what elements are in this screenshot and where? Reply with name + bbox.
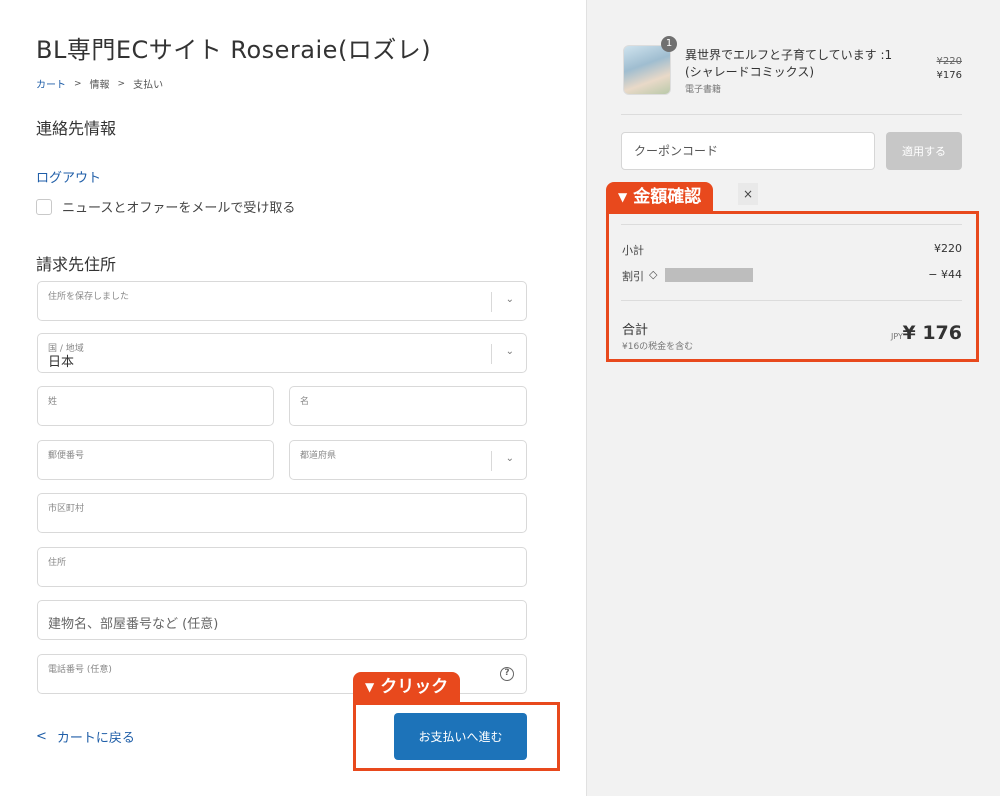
select-divider [491,344,492,364]
coupon-code-input[interactable]: クーポンコード [621,132,875,170]
back-to-cart-label: カートに戻る [56,731,135,746]
subtotal-value: ¥220 [934,242,962,255]
chevron-left-icon: < [36,729,47,744]
click-callout-label: ▼ クリック [353,672,461,702]
phone-label: 電話番号 (任意) [48,665,112,675]
breadcrumb-info: 情報 [89,80,110,91]
building-field[interactable]: 建物名、部屋番号など (任意) [37,600,527,640]
address-field[interactable]: 住所 [37,547,527,587]
logout-link[interactable]: ログアウト [36,167,101,186]
prefecture-select[interactable]: 都道府県 ⌄ [289,440,527,480]
discount-code-redacted [665,268,753,282]
product-name: 異世界でエルフと子育てしています :1 (シャレードコミックス) [685,48,893,79]
triangle-down-icon: ▼ [618,190,628,204]
checkout-form-panel: BL専門ECサイト Roseraie(ロズレ) カート > 情報 > 支払い 連… [0,0,586,796]
back-to-cart-link[interactable]: < カートに戻る [36,727,135,746]
first-name-label: 名 [300,397,310,407]
prefecture-label: 都道府県 [300,451,337,461]
breadcrumb-separator-icon: > [74,78,82,89]
summary-divider [621,300,962,301]
breadcrumb-payment: 支払い [133,80,164,91]
chevron-down-icon: ⌄ [505,346,514,357]
select-divider [491,451,492,471]
apply-coupon-button[interactable]: 適用する [886,132,962,170]
total-label: 合計 [622,323,649,338]
chevron-down-icon: ⌄ [505,294,514,305]
saved-address-label: 住所を保存しました [48,292,130,302]
building-placeholder: 建物名、部屋番号など (任意) [48,617,219,632]
newsletter-label: ニュースとオファーをメールで受け取る [62,201,296,216]
summary-divider [621,224,962,225]
shop-title[interactable]: BL専門ECサイト Roseraie(ロズレ) [36,30,431,65]
close-icon[interactable]: × [738,183,758,205]
subtotal-label: 小計 [622,244,644,257]
breadcrumb: カート > 情報 > 支払い [36,76,164,92]
triangle-down-icon: ▼ [365,680,375,694]
order-summary-panel [586,0,1000,796]
breadcrumb-cart[interactable]: カート [36,76,66,91]
continue-to-payment-button[interactable]: お支払いへ進む [394,713,527,760]
tag-icon: ◇ [649,268,658,281]
saved-address-select[interactable]: 住所を保存しました ⌄ [37,281,527,321]
postal-code-label: 郵便番号 [48,451,85,461]
select-divider [491,292,492,312]
address-label: 住所 [48,558,67,568]
quantity-badge: 1 [661,36,677,52]
discount-value: − ¥44 [928,268,962,281]
click-callout-text: クリック [380,677,449,697]
summary-divider [621,114,962,115]
tax-note: ¥16の税金を含む [622,342,694,352]
breadcrumb-separator-icon: > [117,78,126,89]
total-value: ¥ 176 [902,322,963,344]
country-select[interactable]: 国 / 地域 日本 ⌄ [37,333,527,373]
contact-section-title: 連絡先情報 [36,119,117,138]
first-name-field[interactable]: 名 [289,386,527,426]
product-category: 電子書籍 [685,85,722,95]
newsletter-checkbox[interactable] [36,198,52,215]
product-thumbnail [623,45,671,95]
discount-label: 割引 [622,270,644,283]
amount-callout-label: ▼ 金額確認 [606,182,714,212]
country-value: 日本 [48,355,75,370]
amount-callout-text: 金額確認 [633,187,702,207]
current-price: ¥176 [936,70,962,81]
city-label: 市区町村 [48,504,85,514]
city-field[interactable]: 市区町村 [37,493,527,533]
help-icon[interactable]: ? [500,667,514,681]
last-name-label: 姓 [48,397,58,407]
original-price: ¥220 [936,56,962,67]
newsletter-option[interactable]: ニュースとオファーをメールで受け取る [36,197,295,216]
currency-code: JPY [891,332,903,341]
billing-section-title: 請求先住所 [36,255,117,274]
chevron-down-icon: ⌄ [505,453,514,464]
postal-code-field[interactable]: 郵便番号 [37,440,274,480]
last-name-field[interactable]: 姓 [37,386,274,426]
